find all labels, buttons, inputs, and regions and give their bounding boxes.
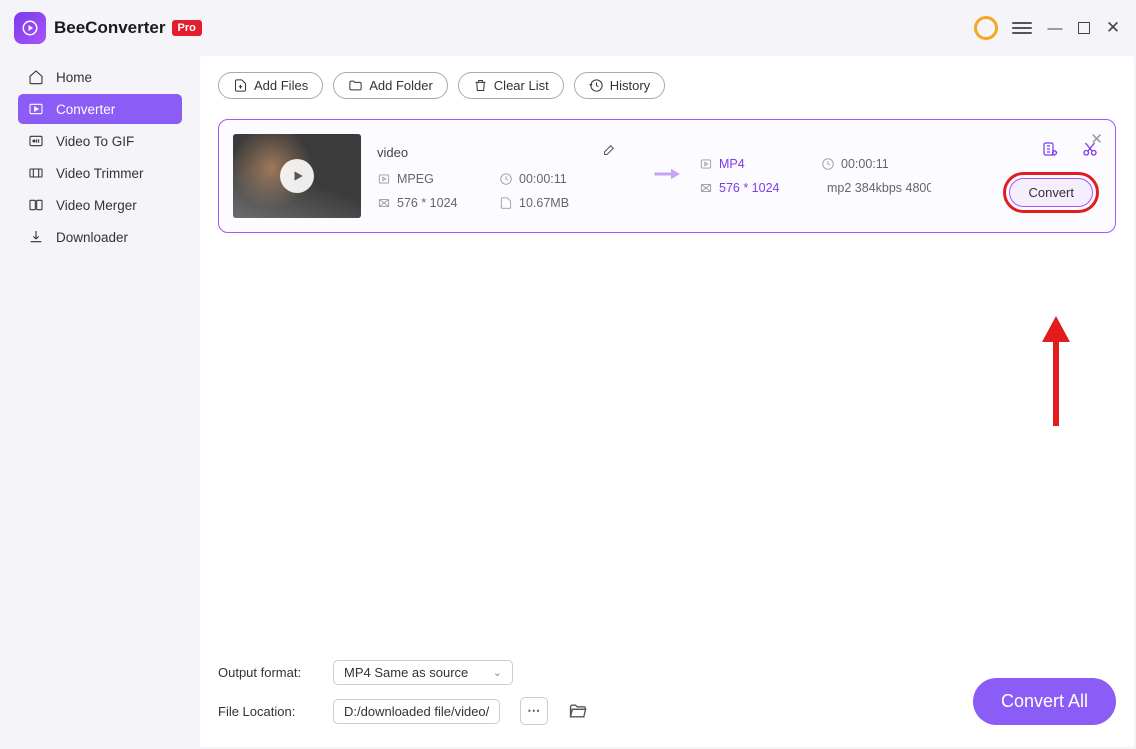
- video-thumbnail[interactable]: [233, 134, 361, 218]
- file-location-input[interactable]: D:/downloaded file/video/: [333, 699, 500, 724]
- button-label: Add Files: [254, 78, 308, 93]
- history-button[interactable]: History: [574, 72, 665, 99]
- convert-highlight: Convert: [1003, 172, 1099, 213]
- footer: Output format: MP4 Same as source ⌄ File…: [200, 660, 1134, 747]
- button-label: Add Folder: [369, 78, 433, 93]
- sidebar-item-label: Video Trimmer: [56, 166, 144, 181]
- arrow-icon: [653, 164, 683, 189]
- sidebar-item-home[interactable]: Home: [18, 62, 182, 92]
- converter-icon: [28, 101, 44, 117]
- annotation-arrow: [1036, 316, 1076, 431]
- title-bar: BeeConverter Pro — ✕: [0, 0, 1136, 56]
- clear-list-button[interactable]: Clear List: [458, 72, 564, 99]
- source-size: 10.67MB: [499, 196, 591, 210]
- location-value: D:/downloaded file/video/: [344, 704, 489, 719]
- output-format-label: Output format:: [218, 665, 313, 680]
- close-button[interactable]: ✕: [1104, 18, 1122, 38]
- remove-file-button[interactable]: ✕: [1090, 130, 1103, 148]
- sidebar-item-video-trimmer[interactable]: Video Trimmer: [18, 158, 182, 188]
- gif-icon: [28, 133, 44, 149]
- target-audio: mp2 384kbps 48000hz: [821, 181, 931, 195]
- merger-icon: [28, 197, 44, 213]
- select-value: MP4 Same as source: [344, 665, 468, 680]
- convert-button[interactable]: Convert: [1009, 178, 1093, 207]
- sidebar-item-label: Video To GIF: [56, 134, 134, 149]
- app-logo: [14, 12, 46, 44]
- trimmer-icon: [28, 165, 44, 181]
- sidebar-item-label: Downloader: [56, 230, 128, 245]
- sidebar: Home Converter Video To GIF Video Trimme…: [0, 56, 200, 749]
- source-resolution: 576 * 1024: [377, 196, 469, 210]
- play-icon: [280, 159, 314, 193]
- download-icon: [28, 229, 44, 245]
- button-label: History: [610, 78, 650, 93]
- edit-name-button[interactable]: [602, 142, 637, 162]
- sidebar-item-video-to-gif[interactable]: Video To GIF: [18, 126, 182, 156]
- output-format-select[interactable]: MP4 Same as source ⌄: [333, 660, 513, 685]
- main-panel: Add Files Add Folder Clear List History …: [200, 56, 1134, 747]
- button-label: Clear List: [494, 78, 549, 93]
- file-name: video: [377, 145, 408, 160]
- toolbar: Add Files Add Folder Clear List History: [200, 56, 1134, 99]
- minimize-button[interactable]: —: [1046, 20, 1064, 37]
- add-files-button[interactable]: Add Files: [218, 72, 323, 99]
- sidebar-item-downloader[interactable]: Downloader: [18, 222, 182, 252]
- settings-icon[interactable]: [1041, 140, 1059, 158]
- add-folder-button[interactable]: Add Folder: [333, 72, 448, 99]
- convert-all-button[interactable]: Convert All: [973, 678, 1116, 725]
- sidebar-item-video-merger[interactable]: Video Merger: [18, 190, 182, 220]
- source-format: MPEG: [377, 172, 469, 186]
- sidebar-item-converter[interactable]: Converter: [18, 94, 182, 124]
- account-icon[interactable]: [974, 16, 998, 40]
- sidebar-item-label: Converter: [56, 102, 115, 117]
- pro-badge: Pro: [172, 20, 202, 36]
- browse-more-button[interactable]: ⋯: [520, 697, 548, 725]
- chevron-down-icon: ⌄: [493, 666, 502, 679]
- target-format[interactable]: MP4: [699, 157, 791, 171]
- sidebar-item-label: Home: [56, 70, 92, 85]
- source-duration: 00:00:11: [499, 172, 591, 186]
- sidebar-item-label: Video Merger: [56, 198, 137, 213]
- app-name: BeeConverter: [54, 18, 166, 38]
- open-folder-button[interactable]: [568, 701, 588, 721]
- maximize-button[interactable]: [1078, 22, 1090, 34]
- file-location-label: File Location:: [218, 704, 313, 719]
- target-duration: 00:00:11: [821, 157, 913, 171]
- target-resolution[interactable]: 576 * 1024: [699, 181, 791, 195]
- file-card: ✕ video MPEG: [218, 119, 1116, 233]
- home-icon: [28, 69, 44, 85]
- menu-icon[interactable]: [1012, 22, 1032, 34]
